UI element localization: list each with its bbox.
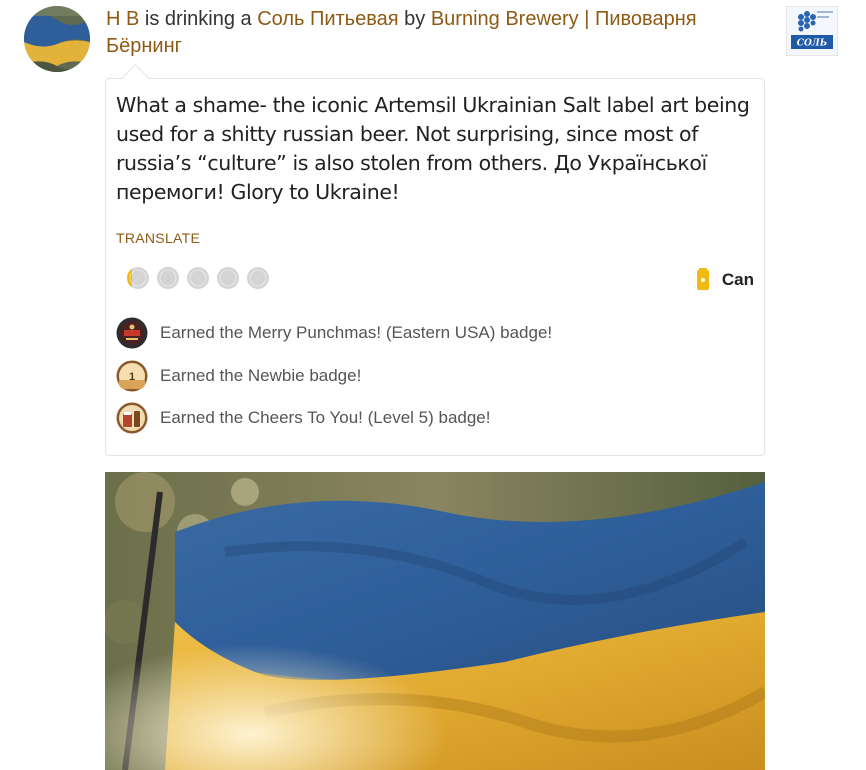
drinking-text: is drinking a	[144, 8, 252, 30]
rating-cap-icon	[187, 267, 209, 289]
beer-label-thumbnail[interactable]: СОЛЬ	[786, 6, 838, 56]
flag-photo-image	[105, 472, 765, 770]
newbie-badge-icon: 1	[116, 360, 148, 392]
avatar-flag-image	[24, 6, 90, 72]
beer-label-image: СОЛЬ	[787, 7, 837, 55]
badge-text: Earned the Newbie badge!	[160, 366, 362, 385]
badge-text: Earned the Merry Punchmas! (Eastern USA)…	[160, 323, 553, 342]
checkin-photo[interactable]	[105, 472, 765, 770]
serving-type: Can	[696, 267, 754, 293]
rating-cap-icon	[247, 267, 269, 289]
badge-row[interactable]: Earned the Cheers To You! (Level 5) badg…	[116, 401, 490, 435]
badge-row[interactable]: 1 Earned the Newbie badge!	[116, 359, 361, 393]
merry-punchmas-badge-icon	[116, 317, 148, 349]
cheers-badge-icon	[116, 402, 148, 434]
badge-text: Earned the Cheers To You! (Level 5) badg…	[160, 408, 491, 427]
serving-label: Can	[721, 270, 754, 289]
translate-link[interactable]: Translate	[116, 230, 200, 246]
user-avatar[interactable]	[24, 6, 90, 72]
rating-cap-icon	[157, 267, 179, 289]
checkin-card: What a shame- the iconic Artemsil Ukrain…	[105, 78, 765, 456]
newbie-badge-level: 1	[129, 371, 135, 383]
can-icon	[696, 268, 709, 290]
rating-cap-icon	[127, 267, 149, 289]
checkin-header: Н В is drinking a Соль Питьевая by Burni…	[106, 6, 776, 60]
beer-label-brand: СОЛЬ	[797, 39, 827, 49]
rating-cap-icon	[217, 267, 239, 289]
user-link[interactable]: Н В	[106, 8, 139, 30]
by-text: by	[404, 8, 426, 30]
badge-row[interactable]: Earned the Merry Punchmas! (Eastern USA)…	[116, 316, 552, 350]
checkin-comment: What a shame- the iconic Artemsil Ukrain…	[116, 93, 750, 204]
beer-link[interactable]: Соль Питьевая	[257, 8, 398, 30]
